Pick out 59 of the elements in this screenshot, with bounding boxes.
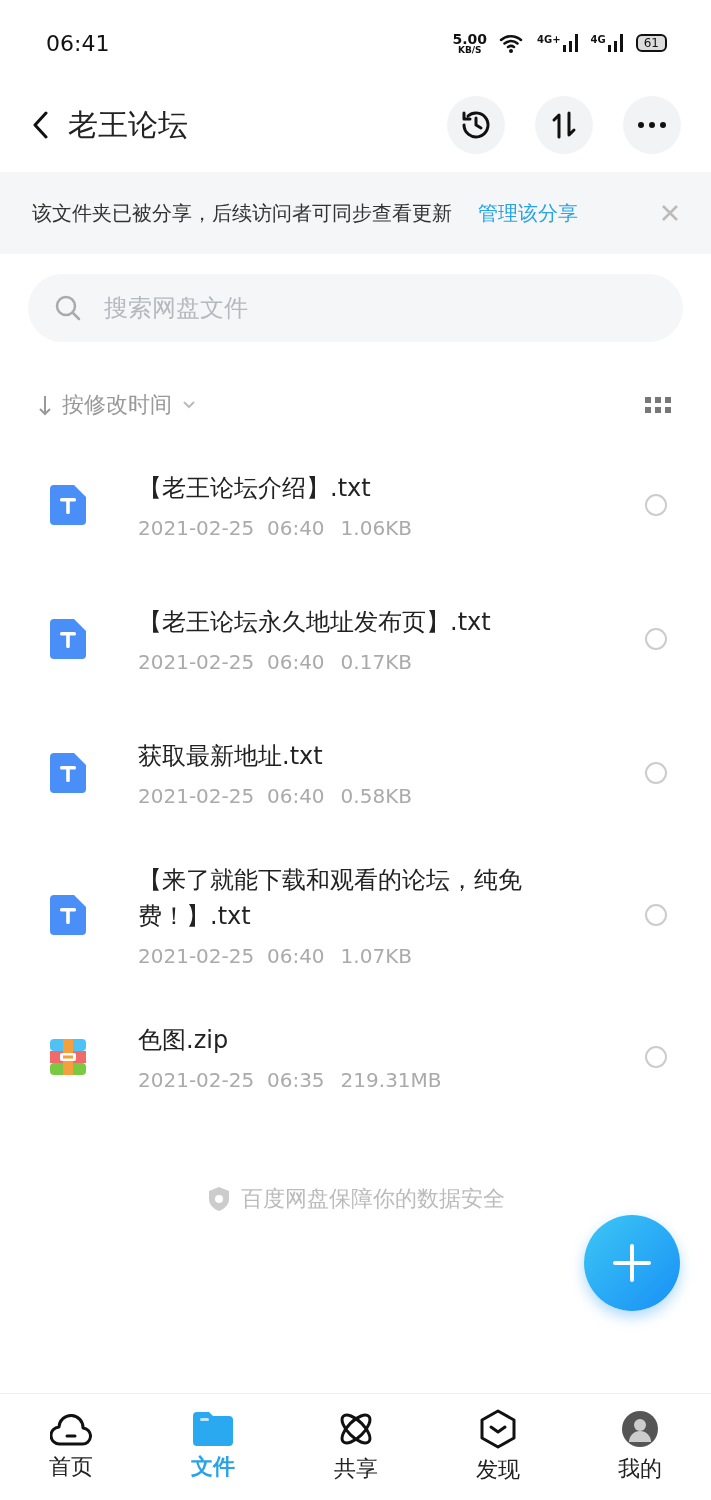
speed-unit: KB/S (457, 45, 482, 55)
text-file-icon (50, 753, 86, 793)
signal-icon (562, 34, 579, 52)
file-date: 2021-02-25 06:40 (138, 516, 325, 540)
text-file-icon (50, 619, 86, 659)
select-circle[interactable] (645, 494, 667, 516)
file-date: 2021-02-25 06:35 (138, 1068, 325, 1092)
network-type: 4G (590, 34, 606, 45)
select-circle[interactable] (645, 1046, 667, 1068)
back-icon[interactable] (32, 111, 48, 139)
grid-view-button[interactable] (645, 397, 671, 413)
select-circle[interactable] (645, 762, 667, 784)
text-file-icon (50, 485, 86, 525)
up-down-arrows-icon (550, 111, 578, 139)
cloud-icon (50, 1412, 93, 1446)
more-icon (638, 122, 666, 128)
banner-text: 该文件夹已被分享，后续访问者可同步查看更新 (32, 199, 452, 227)
battery-level: 61 (635, 34, 667, 52)
shield-icon (206, 1186, 231, 1212)
clock-time: 06:41 (46, 30, 110, 56)
nav-tab[interactable]: 我的 (568, 1394, 711, 1500)
select-circle[interactable] (645, 904, 667, 926)
file-name[interactable]: 色图.zip (138, 1022, 578, 1058)
text-file-icon (50, 895, 86, 935)
security-note: 百度网盘保障你的数据安全 (240, 1185, 505, 1213)
network-type: 4G+ (537, 34, 561, 45)
file-name[interactable]: 获取最新地址.txt (138, 738, 578, 774)
down-arrow-icon (38, 394, 52, 416)
nav-tab[interactable]: 共享 (284, 1394, 427, 1500)
file-name[interactable]: 【老王论坛介绍】.txt (138, 470, 578, 506)
history-icon (460, 109, 492, 141)
add-button[interactable] (584, 1215, 680, 1311)
caret-icon (182, 400, 196, 410)
wifi-icon (499, 33, 525, 53)
avatar-icon (620, 1410, 659, 1448)
nav-tab[interactable]: 发现 (426, 1394, 569, 1500)
nav-tab[interactable]: 首页 (0, 1394, 143, 1500)
file-name[interactable]: 【来了就能下载和观看的论坛，纯免费！】.txt (138, 862, 578, 934)
network-speed: 5.00 (452, 31, 487, 46)
close-button[interactable] (661, 204, 679, 222)
close-icon (661, 204, 679, 222)
plus-icon (612, 1243, 652, 1283)
select-circle[interactable] (645, 628, 667, 650)
file-size: 1.06KB (340, 516, 412, 540)
file-name[interactable]: 【老王论坛永久地址发布页】.txt (138, 604, 578, 640)
file-size: 0.17KB (340, 650, 412, 674)
file-size: 219.31MB (340, 1068, 442, 1092)
file-date: 2021-02-25 06:40 (138, 784, 325, 808)
file-size: 1.07KB (340, 944, 412, 968)
file-size: 0.58KB (340, 784, 412, 808)
grid-icon (645, 397, 671, 413)
page-title: 老王论坛 (68, 105, 189, 144)
search-field[interactable]: 搜索网盘文件 (28, 274, 683, 342)
file-date: 2021-02-25 06:40 (138, 944, 325, 968)
file-date: 2021-02-25 06:40 (138, 650, 325, 674)
signal-icon (607, 34, 624, 52)
folder-icon (193, 1412, 234, 1446)
hexagon-clock-icon (479, 1409, 516, 1449)
archive-file-icon (50, 1039, 86, 1075)
